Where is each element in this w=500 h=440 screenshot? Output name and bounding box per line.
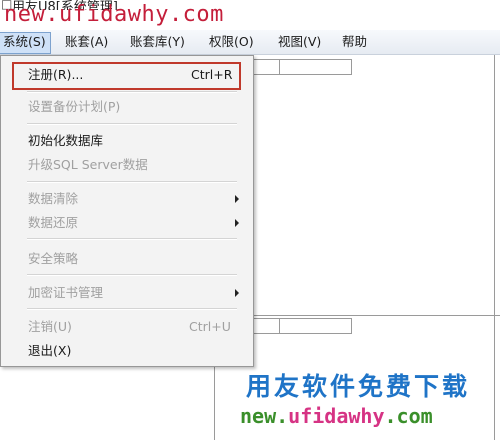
system-dropdown-menu: 注册(R)... Ctrl+R 设置备份计划(P) 初始化数据库 升级SQL S… <box>0 55 254 367</box>
menu-separator <box>27 238 237 240</box>
menu-separator <box>27 308 237 310</box>
menu-system[interactable]: 系统(S) <box>0 32 51 54</box>
watermark-top-url: new.ufidawhy.com <box>4 2 224 27</box>
menu-separator <box>27 123 237 125</box>
watermark-bottom-url: new.ufidawhy.com <box>240 404 433 428</box>
menu-separator <box>27 181 237 183</box>
menu-item-data-restore[interactable]: 数据还原 <box>28 213 78 233</box>
watermark-logo-text: 用友软件免费下载 <box>246 372 471 401</box>
upper-list-header <box>240 59 352 75</box>
menu-permissions[interactable]: 权限(O) <box>205 32 258 52</box>
menu-item-upgrade-sql[interactable]: 升级SQL Server数据 <box>28 155 148 175</box>
watermark-url-domain: ufidawhy <box>288 404 385 428</box>
menu-item-init-database[interactable]: 初始化数据库 <box>28 131 103 151</box>
watermark-url-prefix: new. <box>240 404 289 428</box>
menu-bar: 系统(S) 账套(A) 账套库(Y) 权限(O) 视图(V) 帮助 <box>0 30 500 55</box>
lower-list-header <box>240 318 352 334</box>
splitter-horizontal[interactable] <box>214 315 500 316</box>
menu-item-security-policy[interactable]: 安全策略 <box>28 249 78 269</box>
workspace-right-edge <box>494 55 495 440</box>
menu-item-exit[interactable]: 退出(X) <box>28 341 71 361</box>
menu-item-data-clear[interactable]: 数据清除 <box>28 189 78 209</box>
watermark-url-suffix: .com <box>384 404 433 428</box>
menu-item-logout[interactable]: 注销(U) <box>28 317 72 337</box>
menu-view[interactable]: 视图(V) <box>274 32 325 52</box>
menu-help[interactable]: 帮助 <box>338 32 371 52</box>
menu-separator <box>27 91 237 93</box>
submenu-arrow-icon <box>235 219 239 227</box>
menu-separator <box>27 274 237 276</box>
column-divider <box>279 319 280 333</box>
highlight-annotation-box <box>12 62 241 90</box>
menu-account-set[interactable]: 账套(A) <box>61 32 112 52</box>
submenu-arrow-icon <box>235 195 239 203</box>
column-divider <box>279 60 280 74</box>
shortcut-logout: Ctrl+U <box>189 319 231 334</box>
menu-item-backup-plan[interactable]: 设置备份计划(P) <box>28 97 120 117</box>
menu-account-library[interactable]: 账套库(Y) <box>126 32 189 52</box>
menu-item-cert-management[interactable]: 加密证书管理 <box>28 283 103 303</box>
submenu-arrow-icon <box>235 289 239 297</box>
